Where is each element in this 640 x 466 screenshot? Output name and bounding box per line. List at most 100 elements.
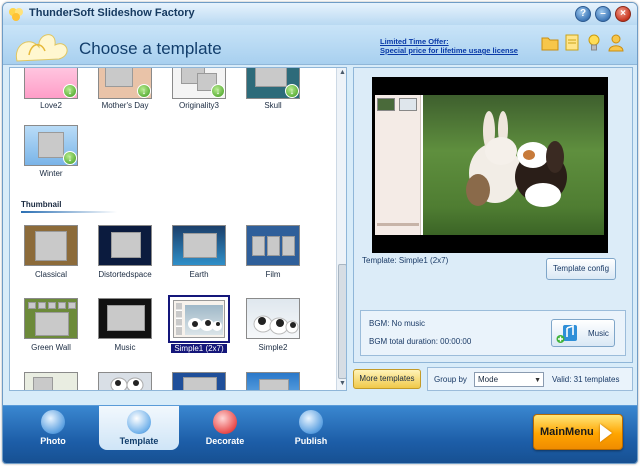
- template-label: Classical: [34, 270, 67, 279]
- template-list-scrollbar[interactable]: ▲ ▼: [336, 68, 346, 390]
- template-thumb: ↓: [246, 68, 300, 99]
- template-label: Mother's Day: [101, 101, 149, 110]
- music-button[interactable]: Music: [551, 319, 615, 347]
- preview-photo: [423, 95, 604, 235]
- minimize-button[interactable]: –: [595, 6, 611, 22]
- nav-decorate[interactable]: Decorate: [195, 410, 255, 450]
- app-window: ThunderSoft Slideshow Factory ? – × Choo…: [2, 2, 638, 464]
- bgm-duration: BGM total duration: 00:00:00: [369, 337, 472, 346]
- template-thumb: [98, 225, 152, 266]
- selection-frame: [168, 295, 230, 343]
- puppies-image: [253, 315, 299, 335]
- current-template-label: Template: Simple1 (2x7): [362, 256, 449, 265]
- download-icon: ↓: [63, 84, 77, 98]
- offer-link[interactable]: Limited Time Offer: Special price for li…: [380, 37, 518, 55]
- nav-label: Photo: [40, 436, 66, 446]
- rabbit-puppy-image: [466, 111, 567, 207]
- scroll-down-icon[interactable]: ▼: [337, 379, 346, 389]
- template-icon: [127, 410, 151, 434]
- app-logo-icon: [9, 8, 23, 21]
- preview-panel: Template: Simple1 (2x7) Template config …: [353, 67, 633, 363]
- bgm-box: BGM: No music BGM total duration: 00:00:…: [360, 310, 626, 356]
- template-thumb: [98, 298, 152, 339]
- template-thumb: [98, 372, 152, 390]
- template-label: Distortedspace: [98, 270, 152, 279]
- scroll-thumb[interactable]: [338, 264, 346, 379]
- clover-logo-icon: [15, 34, 68, 62]
- template-toolbar: More templates Group by Mode ▼ Valid: 31…: [353, 367, 633, 391]
- nav-label: Decorate: [205, 436, 245, 446]
- template-label: Love2: [40, 101, 62, 110]
- template-thumb: [246, 372, 300, 390]
- download-icon: ↓: [211, 84, 225, 98]
- folder-icon[interactable]: [541, 33, 559, 53]
- heart-icon: [213, 410, 237, 434]
- filter-box: Group by Mode ▼ Valid: 31 templates: [427, 367, 633, 391]
- puppy-photo: [185, 305, 223, 335]
- template-thumb: [173, 300, 225, 338]
- template-config-button[interactable]: Template config: [546, 258, 616, 280]
- nav-label: Publish: [294, 436, 328, 446]
- template-label: Film: [265, 270, 281, 279]
- template-label: Winter: [39, 169, 63, 178]
- section-divider: [21, 211, 117, 213]
- template-thumb: [172, 225, 226, 266]
- music-label: Music: [588, 329, 609, 338]
- section-title: Thumbnail: [21, 200, 62, 209]
- puppies-image: [188, 318, 222, 331]
- main-menu-label: MainMenu: [540, 426, 594, 438]
- page-title: Choose a template: [79, 39, 222, 58]
- main-menu-button[interactable]: MainMenu: [533, 414, 623, 450]
- preview-canvas: [375, 95, 604, 235]
- template-label: Earth: [189, 270, 209, 279]
- nav-template[interactable]: Template: [109, 410, 169, 450]
- template-label: Simple2: [258, 343, 288, 352]
- template-thumb: [172, 372, 226, 390]
- more-templates-button[interactable]: More templates: [353, 369, 421, 389]
- nav-publish[interactable]: Publish: [281, 410, 341, 450]
- chevron-down-icon: ▼: [534, 377, 541, 384]
- publish-icon: [299, 410, 323, 434]
- group-by-value: Mode: [478, 375, 499, 384]
- close-button[interactable]: ×: [615, 6, 631, 22]
- download-icon: ↓: [137, 84, 151, 98]
- arrow-right-icon: [600, 424, 612, 442]
- template-list[interactable]: ↓ Love2 ↓ Mother's Day ↓ Originality3 ↓: [9, 67, 347, 391]
- bgm-status: BGM: No music: [369, 319, 426, 328]
- offer-text[interactable]: Special price for lifetime usage license: [380, 46, 518, 55]
- template-thumb: [246, 225, 300, 266]
- template-thumb: ↓: [172, 68, 226, 99]
- header: Choose a template Limited Time Offer: Sp…: [3, 25, 637, 65]
- template-thumb: [24, 372, 78, 390]
- photo-icon: [41, 410, 65, 434]
- download-icon: ↓: [63, 151, 77, 165]
- nav-label: Template: [119, 436, 159, 446]
- download-icon: ↓: [285, 84, 299, 98]
- user-icon[interactable]: [607, 33, 625, 53]
- template-thumb: ↓: [24, 68, 78, 99]
- template-thumb: [246, 298, 300, 339]
- note-icon[interactable]: [563, 33, 581, 53]
- template-label: Green Wall: [31, 343, 71, 352]
- title-bar: ThunderSoft Slideshow Factory ? – ×: [3, 3, 637, 25]
- help-button[interactable]: ?: [575, 6, 591, 22]
- offer-title[interactable]: Limited Time Offer:: [380, 37, 518, 46]
- template-thumb: ↓: [98, 68, 152, 99]
- step-navigation: Photo Template Decorate Publish MainMenu: [3, 405, 637, 463]
- music-note-icon: [556, 324, 577, 343]
- preview-thumbnail-strip: [375, 95, 421, 235]
- template-label-selected: Simple1 (2x7): [160, 344, 238, 353]
- window-title: ThunderSoft Slideshow Factory: [29, 7, 195, 19]
- lightbulb-icon[interactable]: [585, 33, 603, 53]
- nav-photo[interactable]: Photo: [23, 410, 83, 450]
- group-by-select[interactable]: Mode ▼: [474, 372, 544, 387]
- template-thumb: ↓: [24, 125, 78, 166]
- template-label: Originality3: [178, 101, 219, 110]
- template-label: Skull: [264, 101, 282, 110]
- template-label: Music: [114, 343, 136, 352]
- template-thumb: [24, 298, 78, 339]
- scroll-up-icon[interactable]: ▲: [337, 68, 346, 78]
- template-preview: [372, 77, 608, 253]
- template-thumb: [24, 225, 78, 266]
- valid-template-count: Valid: 31 templates: [552, 375, 620, 384]
